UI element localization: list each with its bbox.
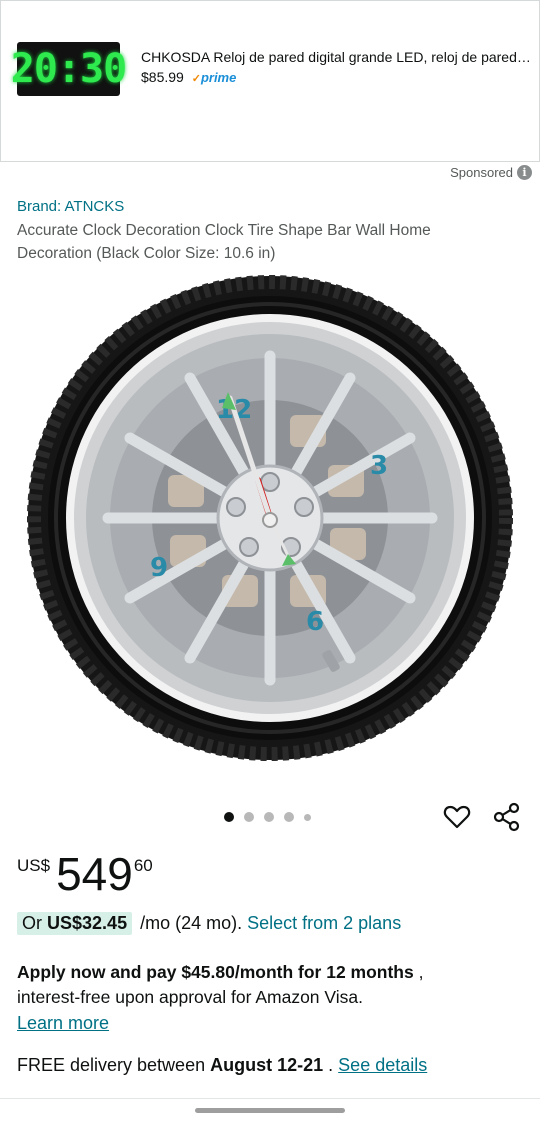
monthly-terms: /mo (24 mo). xyxy=(140,913,243,933)
product-image[interactable]: 12 3 6 9 xyxy=(0,270,540,770)
clock-number-3: 3 xyxy=(370,451,388,481)
carousel-dot[interactable] xyxy=(244,812,254,822)
sponsored-ad-card[interactable]: 20:30 CHKOSDA Reloj de pared digital gra… xyxy=(0,0,540,162)
visa-offer-line2: interest-free upon approval for Amazon V… xyxy=(17,987,363,1007)
visa-offer-comma: , xyxy=(413,962,424,982)
monthly-badge: Or US$32.45 xyxy=(17,912,133,935)
visa-offer-bold: Apply now and pay $45.80/month for 12 mo… xyxy=(17,962,414,982)
share-icon[interactable] xyxy=(492,802,522,832)
info-icon[interactable]: i xyxy=(517,165,532,180)
price-currency: US$ xyxy=(17,856,51,875)
select-plans-link[interactable]: Select from 2 plans xyxy=(247,913,401,934)
image-carousel-dots[interactable] xyxy=(224,812,311,822)
price-whole: 549 xyxy=(56,848,133,900)
product-title: Accurate Clock Decoration Clock Tire Sha… xyxy=(17,222,431,262)
bottom-divider xyxy=(0,1098,540,1099)
ad-price-row: $85.99 ✓prime xyxy=(141,69,236,85)
see-details-link[interactable]: See details xyxy=(338,1055,427,1075)
price-fraction: 60 xyxy=(133,856,153,875)
monthly-prefix: Or xyxy=(22,913,42,933)
prime-badge: ✓prime xyxy=(192,70,237,85)
home-indicator-bar[interactable] xyxy=(195,1108,345,1113)
sponsored-label-row[interactable]: Sponsored i xyxy=(450,165,532,180)
ad-thumbnail-digits: 20:30 xyxy=(10,46,127,92)
visa-offer-line1: Apply now and pay $45.80/month for 12 mo… xyxy=(17,962,423,983)
monthly-amount: US$32.45 xyxy=(47,913,128,933)
brand-link[interactable]: Brand: ATNCKS xyxy=(17,198,124,215)
ad-product-title[interactable]: CHKOSDA Reloj de pared digital grande LE… xyxy=(141,49,531,65)
sponsored-label: Sponsored xyxy=(450,165,513,180)
price-block: US$ 549 60 xyxy=(17,848,153,900)
delivery-row: FREE delivery between August 12-21 . See… xyxy=(17,1055,427,1076)
prime-label: prime xyxy=(200,70,237,85)
hands-center-cap xyxy=(262,512,278,528)
delivery-prefix: FREE delivery between xyxy=(17,1055,206,1075)
carousel-dot[interactable] xyxy=(284,812,294,822)
clock-number-6: 6 xyxy=(306,607,324,637)
delivery-separator: . xyxy=(323,1055,334,1075)
learn-more-link[interactable]: Learn more xyxy=(17,1013,109,1034)
heart-icon[interactable] xyxy=(443,803,471,831)
carousel-dot[interactable] xyxy=(264,812,274,822)
prime-check-icon: ✓ xyxy=(191,73,201,85)
clock-number-9: 9 xyxy=(150,553,168,583)
ad-product-thumbnail[interactable]: 20:30 xyxy=(11,42,127,96)
carousel-dot[interactable] xyxy=(304,813,311,821)
monthly-payment-row: Or US$32.45 /mo (24 mo). Select from 2 p… xyxy=(17,912,401,935)
ad-price: $85.99 xyxy=(141,69,184,85)
delivery-dates: August 12-21 xyxy=(210,1055,324,1075)
carousel-dot[interactable] xyxy=(224,812,234,822)
